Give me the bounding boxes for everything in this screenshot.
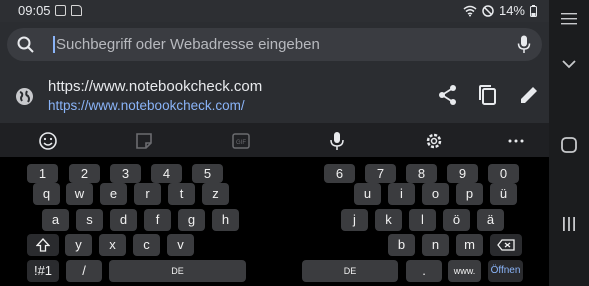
key-ue[interactable]: ü [490,183,517,205]
key-r[interactable]: r [134,183,161,205]
suggestion-row[interactable]: https://www.notebookcheck.com https://ww… [0,74,549,120]
key-k[interactable]: k [375,209,402,231]
key-9[interactable]: 9 [447,164,478,183]
backspace-icon [497,239,515,251]
key-6[interactable]: 6 [324,164,355,183]
wifi-icon [463,5,477,16]
www-key[interactable]: www. [448,260,481,282]
key-oe[interactable]: ö [443,209,470,231]
search-icon [17,36,34,53]
key-y[interactable]: y [65,234,92,256]
period-key[interactable]: . [406,260,442,282]
key-d[interactable]: d [110,209,137,231]
image-icon [55,5,66,16]
symbols-key[interactable]: !#1 [27,260,59,282]
do-not-disturb-icon [482,4,494,17]
home-icon[interactable] [560,136,578,154]
space-key-left[interactable]: DE [109,260,246,282]
slash-key[interactable]: / [66,260,102,282]
key-v[interactable]: v [167,234,194,256]
battery-percent: 14% [498,3,525,18]
key-m[interactable]: m [456,234,483,256]
chevron-down-icon[interactable] [560,55,578,73]
key-8[interactable]: 8 [406,164,437,183]
status-bar: 09:05 14% [0,0,549,22]
clipboard-icon [71,5,82,16]
recents-icon[interactable] [560,215,578,233]
globe-icon [16,88,33,105]
key-t[interactable]: t [168,183,195,205]
suggestion-title: https://www.notebookcheck.com [48,78,263,95]
emoji-icon[interactable] [38,131,58,151]
key-b[interactable]: b [388,234,415,256]
key-3[interactable]: 3 [110,164,141,183]
keyboard-toolbar: GIF [0,123,549,157]
space-key-right[interactable]: DE [302,260,398,282]
key-s[interactable]: s [76,209,103,231]
microphone-icon[interactable] [327,131,347,151]
sticker-icon[interactable] [134,131,154,151]
key-w[interactable]: w [66,183,93,205]
key-z[interactable]: z [202,183,229,205]
search-bar[interactable]: Suchbegriff oder Webadresse eingeben [7,28,542,61]
suggestion-url: https://www.notebookcheck.com/ [48,98,245,113]
key-f[interactable]: f [144,209,171,231]
key-p[interactable]: p [456,183,483,205]
key-7[interactable]: 7 [365,164,396,183]
enter-key[interactable]: Öffnen [488,260,523,282]
shift-key[interactable] [27,234,59,256]
key-2[interactable]: 2 [69,164,100,183]
copy-icon[interactable] [477,84,499,106]
status-right: 14% [463,3,537,18]
key-4[interactable]: 4 [151,164,182,183]
key-a[interactable]: a [42,209,69,231]
key-g[interactable]: g [178,209,205,231]
svg-text:GIF: GIF [236,140,246,146]
edit-icon[interactable] [518,84,540,106]
key-c[interactable]: c [133,234,160,256]
key-i[interactable]: i [388,183,415,205]
more-icon[interactable] [506,131,526,151]
key-ae[interactable]: ä [477,209,504,231]
key-n[interactable]: n [422,234,449,256]
key-1[interactable]: 1 [27,164,58,183]
backspace-key[interactable] [490,234,522,256]
key-l[interactable]: l [409,209,436,231]
keyboard: GIF 1 2 3 4 5 6 7 8 9 0 q w e r t z u i … [0,123,549,286]
key-q[interactable]: q [33,183,60,205]
settings-icon[interactable] [424,131,444,151]
shift-icon [35,238,51,252]
key-u[interactable]: u [354,183,381,205]
share-icon[interactable] [437,84,459,106]
battery-icon [530,4,537,17]
key-h[interactable]: h [212,209,239,231]
key-5[interactable]: 5 [192,164,223,183]
gif-icon[interactable]: GIF [231,131,251,151]
key-e[interactable]: e [100,183,127,205]
navigation-bar [549,0,589,286]
grip-icon[interactable] [560,10,578,28]
browser-app: Suchbegriff oder Webadresse eingeben htt… [0,22,549,122]
key-j[interactable]: j [341,209,368,231]
status-time: 09:05 [18,3,51,18]
search-input[interactable]: Suchbegriff oder Webadresse eingeben [56,36,320,53]
text-caret [53,36,55,53]
key-o[interactable]: o [422,183,449,205]
key-0[interactable]: 0 [488,164,519,183]
microphone-icon[interactable] [517,35,531,54]
key-x[interactable]: x [99,234,126,256]
